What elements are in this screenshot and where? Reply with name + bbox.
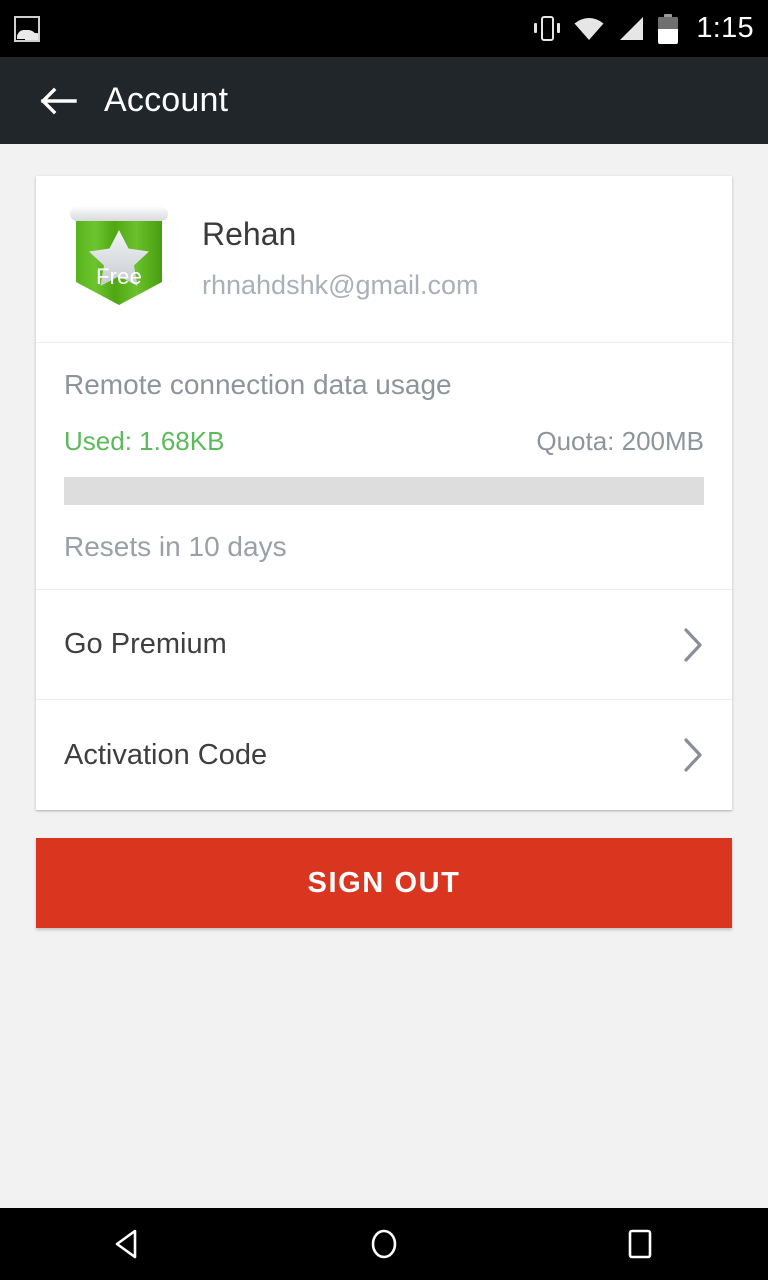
- row-activation-code[interactable]: Activation Code: [36, 700, 732, 810]
- back-arrow-icon[interactable]: [38, 81, 78, 121]
- android-nav-bar: [0, 1208, 768, 1280]
- app-bar: Account: [0, 57, 768, 144]
- data-reset-label: Resets in 10 days: [64, 531, 287, 562]
- data-usage-progressbar: [64, 477, 704, 505]
- vibrate-icon: [534, 14, 561, 44]
- status-bar-clock: 1:15: [696, 12, 754, 44]
- chevron-right-icon: [682, 627, 704, 663]
- data-usage-section: Remote connection data usage Used: 1.68K…: [36, 343, 732, 590]
- status-bar-left: [14, 15, 40, 42]
- signal-icon: [618, 16, 645, 41]
- phone-screen: 1:15 Account Free Rehan rhnahdshk@gmail.…: [0, 0, 768, 1280]
- free-plan-badge: Free: [64, 202, 174, 314]
- data-quota-label: Quota: 200MB: [536, 426, 704, 456]
- badge-label: Free: [95, 264, 143, 289]
- nav-home-icon[interactable]: [324, 1208, 444, 1280]
- nav-recents-icon[interactable]: [580, 1208, 700, 1280]
- profile-section: Free Rehan rhnahdshk@gmail.com: [36, 176, 732, 343]
- status-bar-right: 1:15: [534, 12, 754, 45]
- account-card: Free Rehan rhnahdshk@gmail.com Remote co…: [36, 176, 732, 810]
- data-usage-values: Used: 1.68KB Quota: 200MB: [64, 426, 704, 457]
- wifi-icon: [573, 17, 605, 41]
- nav-back-icon[interactable]: [68, 1208, 188, 1280]
- data-used-label: Used: 1.68KB: [64, 426, 225, 456]
- page-title: Account: [104, 81, 229, 119]
- status-bar: 1:15: [0, 0, 768, 57]
- sign-out-button[interactable]: SIGN OUT: [36, 838, 732, 928]
- account-name: Rehan: [202, 216, 297, 253]
- gallery-icon: [14, 15, 40, 42]
- row-go-premium-label: Go Premium: [64, 628, 227, 660]
- profile-details: Rehan rhnahdshk@gmail.com: [202, 215, 479, 300]
- row-activation-code-label: Activation Code: [64, 738, 268, 771]
- data-usage-title: Remote connection data usage: [64, 369, 452, 400]
- battery-icon: [658, 13, 679, 44]
- row-go-premium[interactable]: Go Premium: [36, 590, 732, 700]
- account-email: rhnahdshk@gmail.com: [202, 269, 479, 300]
- chevron-right-icon: [682, 737, 704, 773]
